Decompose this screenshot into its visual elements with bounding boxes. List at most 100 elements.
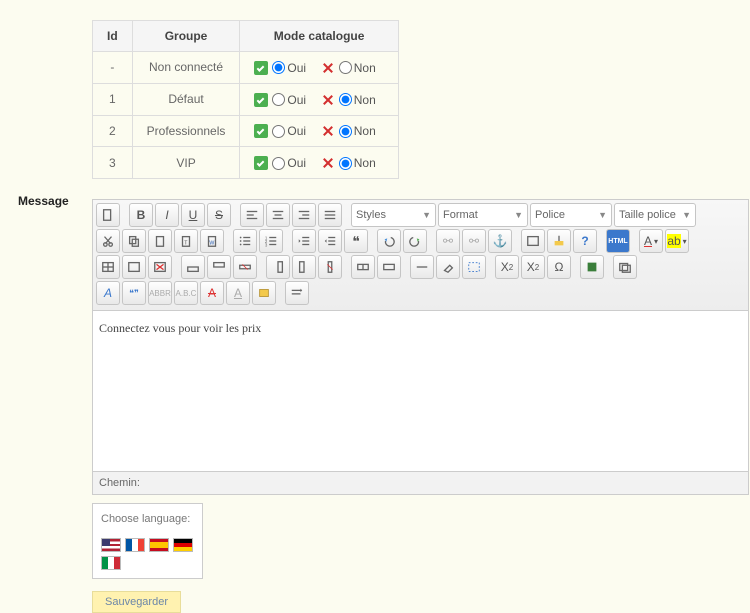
cleanup-button[interactable]	[547, 229, 571, 253]
merge-cell-button[interactable]	[377, 255, 401, 279]
format-select[interactable]: Format▼	[438, 203, 528, 227]
row-after-button[interactable]	[207, 255, 231, 279]
help-button[interactable]: ?	[573, 229, 597, 253]
yes-label: Oui	[287, 124, 306, 138]
eraser-button[interactable]	[436, 255, 460, 279]
cell-group: Non connecté	[132, 52, 240, 84]
align-center-button[interactable]	[266, 203, 290, 227]
message-label: Message	[18, 194, 69, 208]
radio-no[interactable]	[339, 157, 352, 170]
font-select[interactable]: Police▼	[530, 203, 612, 227]
flag-en-icon[interactable]	[101, 538, 121, 552]
fontsize-select[interactable]: Taille police▼	[614, 203, 696, 227]
bold-button[interactable]: B	[129, 203, 153, 227]
undo-button[interactable]	[377, 229, 401, 253]
strike-button[interactable]: S	[207, 203, 231, 227]
row-before-button[interactable]	[181, 255, 205, 279]
radio-yes[interactable]	[272, 61, 285, 74]
flag-it-icon[interactable]	[101, 556, 121, 570]
link-button[interactable]: ⚯	[436, 229, 460, 253]
flag-fr-icon[interactable]	[125, 538, 145, 552]
ltr-button[interactable]	[285, 281, 309, 305]
radio-no[interactable]	[339, 93, 352, 106]
flag-es-icon[interactable]	[149, 538, 169, 552]
editor-content[interactable]: Connectez vous pour voir les prix	[93, 311, 748, 471]
hr-button[interactable]	[410, 255, 434, 279]
yes-label: Oui	[287, 156, 306, 170]
anchor-button[interactable]: ⚓	[488, 229, 512, 253]
copy-button[interactable]	[122, 229, 146, 253]
underline-button[interactable]: U	[181, 203, 205, 227]
paste-button[interactable]	[148, 229, 172, 253]
col-before-button[interactable]	[266, 255, 290, 279]
visualaid-button[interactable]	[462, 255, 486, 279]
attribs-button[interactable]	[252, 281, 276, 305]
textcolor-button[interactable]: A▾	[639, 229, 663, 253]
cell-id: 3	[93, 147, 133, 179]
styles-select[interactable]: Styles▼	[351, 203, 436, 227]
no-label: Non	[354, 61, 376, 75]
check-icon	[254, 124, 268, 138]
editor-toolbar: B I U S Styles▼ Format▼ Police▼ Taille p…	[93, 200, 748, 311]
row-delete-button[interactable]	[233, 255, 257, 279]
media-button[interactable]	[580, 255, 604, 279]
paste-text-button[interactable]: T	[174, 229, 198, 253]
cell-id: 1	[93, 83, 133, 115]
html-button[interactable]: HTML	[606, 229, 630, 253]
col-mode: Mode catalogue	[240, 21, 398, 52]
radio-no[interactable]	[339, 125, 352, 138]
radio-no[interactable]	[339, 61, 352, 74]
col-delete-button[interactable]	[318, 255, 342, 279]
subscript-button[interactable]: X2	[495, 255, 519, 279]
check-icon	[254, 61, 268, 75]
no-label: Non	[354, 124, 376, 138]
radio-yes[interactable]	[272, 157, 285, 170]
layer-button[interactable]	[613, 255, 637, 279]
newdoc-button[interactable]	[96, 203, 120, 227]
radio-yes[interactable]	[272, 93, 285, 106]
svg-text:W: W	[209, 241, 214, 247]
col-id: Id	[93, 21, 133, 52]
groups-table: Id Groupe Mode catalogue -Non connectéOu…	[92, 20, 399, 179]
table-button[interactable]	[96, 255, 120, 279]
split-cell-button[interactable]	[351, 255, 375, 279]
cell-id: -	[93, 52, 133, 84]
cite-button[interactable]: ❝❞	[122, 281, 146, 305]
del-button[interactable]: A	[200, 281, 224, 305]
cut-button[interactable]	[96, 229, 120, 253]
align-left-button[interactable]	[240, 203, 264, 227]
check-icon	[254, 93, 268, 107]
choose-lang-label: Choose language:	[101, 512, 194, 527]
radio-yes[interactable]	[272, 125, 285, 138]
charmap-button[interactable]: Ω	[547, 255, 571, 279]
abbr-button[interactable]: ABBR	[148, 281, 172, 305]
italic-button[interactable]: I	[155, 203, 179, 227]
number-list-button[interactable]: 123	[259, 229, 283, 253]
table-props-button[interactable]	[122, 255, 146, 279]
styleprops-button[interactable]: A	[96, 281, 120, 305]
bgcolor-button[interactable]: ab▾	[665, 229, 689, 253]
save-button[interactable]: Sauvegarder	[92, 591, 181, 613]
flag-de-icon[interactable]	[173, 538, 193, 552]
indent-button[interactable]	[318, 229, 342, 253]
image-button[interactable]	[521, 229, 545, 253]
paste-word-button[interactable]: W	[200, 229, 224, 253]
align-right-button[interactable]	[292, 203, 316, 227]
blockquote-button[interactable]: ❝	[344, 229, 368, 253]
cell-id: 2	[93, 115, 133, 147]
ins-button[interactable]: A	[226, 281, 250, 305]
cross-icon	[321, 124, 335, 138]
redo-button[interactable]	[403, 229, 427, 253]
superscript-button[interactable]: X2	[521, 255, 545, 279]
yes-label: Oui	[287, 93, 306, 107]
bullet-list-button[interactable]	[233, 229, 257, 253]
outdent-button[interactable]	[292, 229, 316, 253]
rich-text-editor: B I U S Styles▼ Format▼ Police▼ Taille p…	[92, 199, 749, 495]
align-justify-button[interactable]	[318, 203, 342, 227]
acronym-button[interactable]: A.B.C	[174, 281, 198, 305]
unlink-button[interactable]: ⚯	[462, 229, 486, 253]
col-after-button[interactable]	[292, 255, 316, 279]
table-delete-button[interactable]	[148, 255, 172, 279]
check-icon	[254, 156, 268, 170]
no-label: Non	[354, 93, 376, 107]
